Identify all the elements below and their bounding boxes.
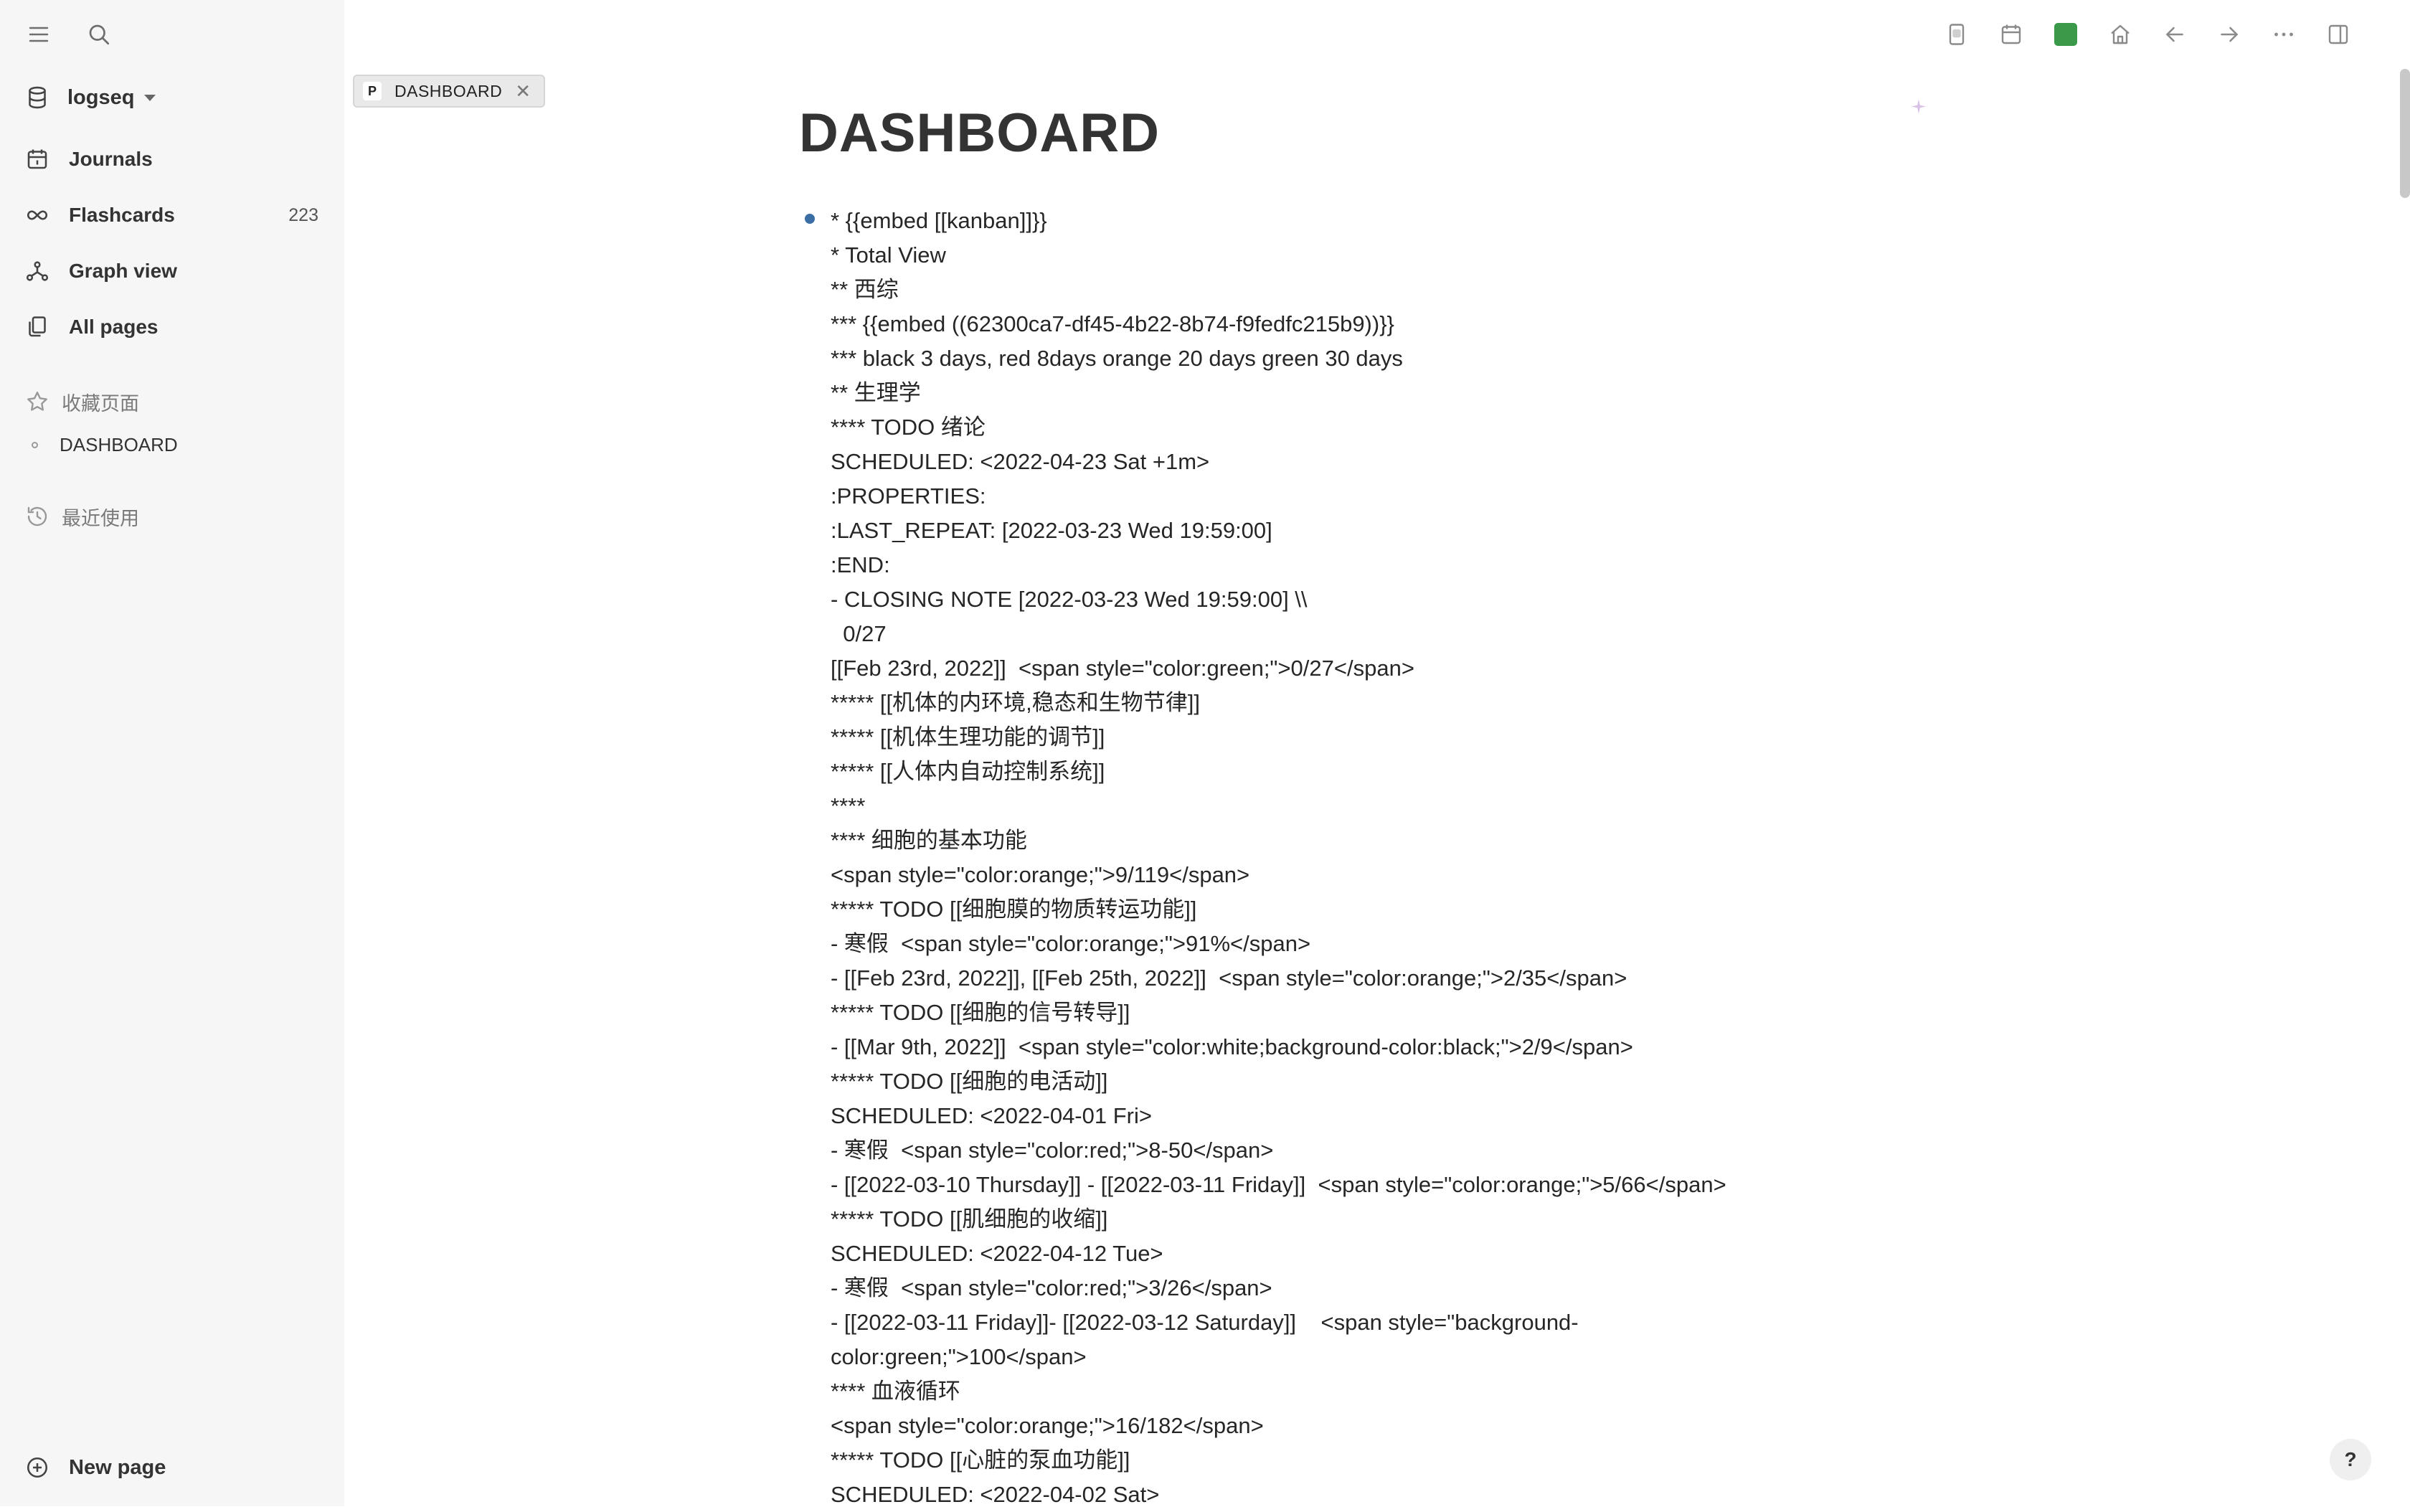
block-line: ** 生理学 <box>831 380 921 405</box>
more-options-button[interactable] <box>2257 16 2311 53</box>
toggle-right-sidebar-button[interactable] <box>2311 16 2366 53</box>
recent-header[interactable]: 最近使用 <box>24 499 139 534</box>
arrow-right-icon <box>2221 27 2239 42</box>
block-line: SCHEDULED: <2022-04-12 Tue> <box>831 1241 1163 1266</box>
calendar-icon <box>2001 24 2021 44</box>
bullet-icon <box>32 441 38 448</box>
star-icon <box>27 392 47 411</box>
infinity-icon <box>27 210 48 220</box>
block-line: ** 西综 <box>831 277 899 302</box>
new-page-button[interactable]: New page <box>24 1449 166 1486</box>
block-line: <span style="color:orange;">9/119</span> <box>831 862 1250 887</box>
block-line: ***** [[机体的内环境,稳态和生物节律]] <box>831 690 1200 715</box>
block-line: ***** TODO [[细胞的信号转导]] <box>831 1000 1130 1025</box>
sidebar-item-all-pages[interactable]: All pages <box>24 306 318 349</box>
block-line: - [[Mar 9th, 2022]] <span style="color:w… <box>831 1034 1633 1059</box>
block-line: **** 细胞的基本功能 <box>831 828 1027 853</box>
history-icon <box>27 506 47 526</box>
block-line: - 寒假 <span style="color:orange;">91%</sp… <box>831 931 1311 956</box>
block-line: color:green;">100</span> <box>831 1344 1087 1369</box>
sidebar-item-label: Journals <box>69 148 153 170</box>
block-line: ***** TODO [[细胞膜的物质转运功能]] <box>831 897 1197 922</box>
favorites-title: 收藏页面 <box>62 392 139 415</box>
pages-icon <box>29 316 46 337</box>
more-horizontal-icon <box>2274 32 2293 37</box>
block-line: <span style="color:orange;">16/182</span… <box>831 1413 1264 1438</box>
sidebar-item-label: Graph view <box>69 260 177 282</box>
block-line: **** 血液循环 <box>831 1379 960 1404</box>
journals-calendar-button[interactable] <box>1984 16 2038 53</box>
chevron-down-icon <box>144 94 156 101</box>
arrow-left-icon <box>2165 27 2183 42</box>
sidebar-item-label: Flashcards <box>69 204 175 226</box>
search-icon[interactable] <box>85 17 113 52</box>
block-line: 0/27 <box>831 621 887 646</box>
sidebar-right-icon <box>2328 24 2348 44</box>
block-bullet[interactable] <box>805 214 815 224</box>
block-line: SCHEDULED: <2022-04-01 Fri> <box>831 1103 1152 1128</box>
block-line: - 寒假 <span style="color:red;">3/26</span… <box>831 1275 1272 1300</box>
home-icon <box>2111 24 2130 44</box>
back-button[interactable] <box>2147 16 2202 53</box>
graph-icon <box>26 261 49 281</box>
home-button[interactable] <box>2093 16 2147 53</box>
recent-title: 最近使用 <box>62 507 139 529</box>
block-line: - CLOSING NOTE [2022-03-23 Wed 19:59:00]… <box>831 587 1308 612</box>
block-line: :LAST_REPEAT: [2022-03-23 Wed 19:59:00] <box>831 518 1272 543</box>
graph-selector[interactable]: logseq <box>24 80 156 115</box>
block-line: ***** [[人体内自动控制系统]] <box>831 759 1105 784</box>
block-line: - [[Feb 23rd, 2022]], [[Feb 25th, 2022]]… <box>831 965 1627 991</box>
favorite-label: DASHBOARD <box>60 433 178 455</box>
plus-circle-icon <box>27 1457 48 1478</box>
flashcards-count: 223 <box>288 204 318 225</box>
block-content[interactable]: * {{embed [[kanban]]}} * Total View ** 西综 *… <box>831 204 1950 1512</box>
flashcard-toggle-button[interactable] <box>1929 16 1984 53</box>
block-line: *** black 3 days, red 8days orange 20 da… <box>831 346 1403 371</box>
forward-button[interactable] <box>2202 16 2257 53</box>
block-line: **** TODO 绪论 <box>831 415 986 440</box>
block-line: **** <box>831 793 866 818</box>
block-line: * Total View <box>831 242 946 268</box>
favorites-header[interactable]: 收藏页面 <box>24 384 139 419</box>
menu-icon[interactable] <box>24 17 53 52</box>
block-line: SCHEDULED: <2022-04-23 Sat +1m> <box>831 449 1210 474</box>
block-line: :END: <box>831 552 890 577</box>
sparkle-icon <box>1912 99 1926 114</box>
close-icon[interactable]: ✕ <box>515 82 531 100</box>
graph-name: logseq <box>67 85 135 109</box>
sidebar-top-controls <box>24 17 113 52</box>
block-line: *** {{embed ((62300ca7-df45-4b22-8b74-f9… <box>831 311 1394 336</box>
tab-label: DASHBOARD <box>394 81 503 100</box>
tab-dashboard[interactable]: P DASHBOARD ✕ <box>353 75 545 108</box>
block-line: :PROPERTIES: <box>831 483 986 509</box>
left-sidebar: logseq Journals Flashcards 223 Graph vie… <box>0 0 344 1506</box>
block-line: SCHEDULED: <2022-04-02 Sat> <box>831 1482 1160 1507</box>
help-button[interactable]: ? <box>2330 1439 2371 1480</box>
sidebar-item-graph-view[interactable]: Graph view <box>24 250 318 293</box>
block-line: - 寒假 <span style="color:red;">8-50</span… <box>831 1138 1274 1163</box>
theme-swatch-icon <box>2054 23 2077 46</box>
theme-color-button[interactable] <box>2038 16 2093 53</box>
sidebar-item-flashcards[interactable]: Flashcards 223 <box>24 194 318 237</box>
sidebar-item-label: All pages <box>69 316 159 338</box>
block-line: ***** TODO [[心脏的泵血功能]] <box>831 1447 1130 1473</box>
block-line: - [[2022-03-10 Thursday]] - [[2022-03-11… <box>831 1172 1726 1197</box>
new-page-label: New page <box>69 1455 166 1479</box>
sidebar-item-journals[interactable]: Journals <box>24 138 318 181</box>
block-line: - [[2022-03-11 Friday]]- [[2022-03-12 Sa… <box>831 1310 1579 1335</box>
card-icon <box>1949 24 1965 45</box>
block-line: ***** [[机体生理功能的调节]] <box>831 724 1105 750</box>
block-line: ***** TODO [[细胞的电活动]] <box>831 1069 1108 1094</box>
database-icon <box>29 86 46 109</box>
page-title[interactable]: DASHBOARD <box>799 102 1160 164</box>
block-line: * {{embed [[kanban]]}} <box>831 208 1047 233</box>
scrollbar[interactable] <box>2400 69 2410 198</box>
top-toolbar <box>1929 16 2366 53</box>
calendar-icon <box>27 149 47 169</box>
block-line: ***** TODO [[肌细胞的收缩]] <box>831 1206 1108 1232</box>
favorite-item-dashboard[interactable]: DASHBOARD <box>32 429 178 460</box>
page-type-badge: P <box>363 82 382 100</box>
block-line: [[Feb 23rd, 2022]] <span style="color:gr… <box>831 656 1414 681</box>
